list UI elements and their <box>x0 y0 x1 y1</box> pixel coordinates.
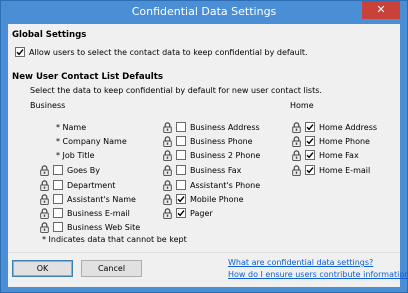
dialog-body: Global Settings Allow users to select th… <box>8 24 408 287</box>
business-2-phone-label: Business 2 Phone <box>190 150 261 160</box>
option-business-phone[interactable]: Business Phone <box>163 135 253 147</box>
job-title-label: * Job Title <box>56 150 95 160</box>
close-button[interactable]: ✕ <box>362 1 400 19</box>
defaults-description: Select the data to keep confidential by … <box>30 86 322 95</box>
business-heading: Business <box>30 101 66 110</box>
goes-by-checkbox[interactable] <box>53 165 63 175</box>
lock-icon[interactable] <box>292 164 301 176</box>
goes-by-label: Goes By <box>67 165 100 175</box>
lock-icon[interactable] <box>292 149 301 161</box>
home-phone-checkbox[interactable] <box>305 136 315 146</box>
lock-icon[interactable] <box>40 193 49 205</box>
option-company-name: * Company Name <box>56 135 127 147</box>
business-address-label: Business Address <box>190 122 260 132</box>
assistant-s-phone-checkbox[interactable] <box>176 180 186 190</box>
close-icon: ✕ <box>376 3 386 16</box>
lock-icon[interactable] <box>163 121 172 133</box>
option-job-title: * Job Title <box>56 149 95 161</box>
option-business-web-site[interactable]: Business Web Site <box>40 221 140 233</box>
pager-label: Pager <box>190 208 213 218</box>
business-e-mail-checkbox[interactable] <box>53 208 63 218</box>
home-e-mail-checkbox[interactable] <box>305 165 315 175</box>
business-web-site-checkbox[interactable] <box>53 222 63 232</box>
home-address-label: Home Address <box>319 122 378 132</box>
what-are-settings-link[interactable]: What are confidential data settings? <box>228 258 373 267</box>
lock-icon[interactable] <box>163 193 172 205</box>
lock-icon[interactable] <box>163 164 172 176</box>
button-bar: OK Cancel What are confidential data set… <box>8 252 408 287</box>
footnote: * Indicates data that cannot be kept <box>42 235 187 244</box>
lock-icon[interactable] <box>163 179 172 191</box>
cancel-button[interactable]: Cancel <box>81 260 142 277</box>
department-checkbox[interactable] <box>53 180 63 190</box>
business-2-phone-checkbox[interactable] <box>176 150 186 160</box>
home-heading: Home <box>290 101 314 110</box>
option-assistant-s-phone[interactable]: Assistant's Phone <box>163 179 260 191</box>
lock-icon[interactable] <box>40 207 49 219</box>
allow-users-label: Allow users to select the contact data t… <box>29 47 308 57</box>
option-goes-by[interactable]: Goes By <box>40 164 100 176</box>
option-home-address[interactable]: Home Address <box>292 121 377 133</box>
allow-users-option[interactable]: Allow users to select the contact data t… <box>15 46 308 58</box>
ensure-users-link[interactable]: How do I ensure users contribute informa… <box>228 270 408 279</box>
option-home-fax[interactable]: Home Fax <box>292 149 359 161</box>
assistant-s-name-label: Assistant's Name <box>67 194 136 204</box>
business-fax-label: Business Fax <box>190 165 242 175</box>
mobile-phone-label: Mobile Phone <box>190 194 244 204</box>
department-label: Department <box>67 180 116 190</box>
new-user-defaults-heading: New User Contact List Defaults <box>12 72 163 82</box>
home-fax-label: Home Fax <box>319 150 359 160</box>
business-phone-label: Business Phone <box>190 136 253 146</box>
option-mobile-phone[interactable]: Mobile Phone <box>163 193 244 205</box>
business-web-site-label: Business Web Site <box>67 222 141 232</box>
lock-icon[interactable] <box>163 149 172 161</box>
business-fax-checkbox[interactable] <box>176 165 186 175</box>
lock-icon[interactable] <box>292 135 301 147</box>
home-phone-label: Home Phone <box>319 136 370 146</box>
option-home-e-mail[interactable]: Home E-mail <box>292 164 370 176</box>
home-e-mail-label: Home E-mail <box>319 165 371 175</box>
lock-icon[interactable] <box>40 164 49 176</box>
option-business-e-mail[interactable]: Business E-mail <box>40 207 130 219</box>
option-name: * Name <box>56 121 86 133</box>
company-name-label: * Company Name <box>56 136 127 146</box>
pager-checkbox[interactable] <box>176 208 186 218</box>
ok-button[interactable]: OK <box>12 260 73 277</box>
window-title: Confidential Data Settings <box>131 5 277 18</box>
option-business-2-phone[interactable]: Business 2 Phone <box>163 149 260 161</box>
mobile-phone-checkbox[interactable] <box>176 194 186 204</box>
global-settings-heading: Global Settings <box>12 30 87 40</box>
business-address-checkbox[interactable] <box>176 122 186 132</box>
option-pager[interactable]: Pager <box>163 207 213 219</box>
business-e-mail-label: Business E-mail <box>67 208 130 218</box>
assistant-s-name-checkbox[interactable] <box>53 194 63 204</box>
lock-icon[interactable] <box>40 179 49 191</box>
option-department[interactable]: Department <box>40 179 115 191</box>
allow-users-checkbox[interactable] <box>15 47 25 57</box>
home-address-checkbox[interactable] <box>305 122 315 132</box>
lock-icon[interactable] <box>163 135 172 147</box>
option-business-address[interactable]: Business Address <box>163 121 260 133</box>
name-label: * Name <box>56 122 87 132</box>
option-home-phone[interactable]: Home Phone <box>292 135 370 147</box>
title-bar[interactable]: Confidential Data Settings ✕ <box>1 1 407 24</box>
lock-icon[interactable] <box>163 207 172 219</box>
business-phone-checkbox[interactable] <box>176 136 186 146</box>
lock-icon[interactable] <box>292 121 301 133</box>
assistant-s-phone-label: Assistant's Phone <box>190 180 261 190</box>
option-assistant-s-name[interactable]: Assistant's Name <box>40 193 136 205</box>
lock-icon[interactable] <box>40 221 49 233</box>
home-fax-checkbox[interactable] <box>305 150 315 160</box>
option-business-fax[interactable]: Business Fax <box>163 164 241 176</box>
dialog-window: Confidential Data Settings ✕ Global Sett… <box>0 0 408 293</box>
